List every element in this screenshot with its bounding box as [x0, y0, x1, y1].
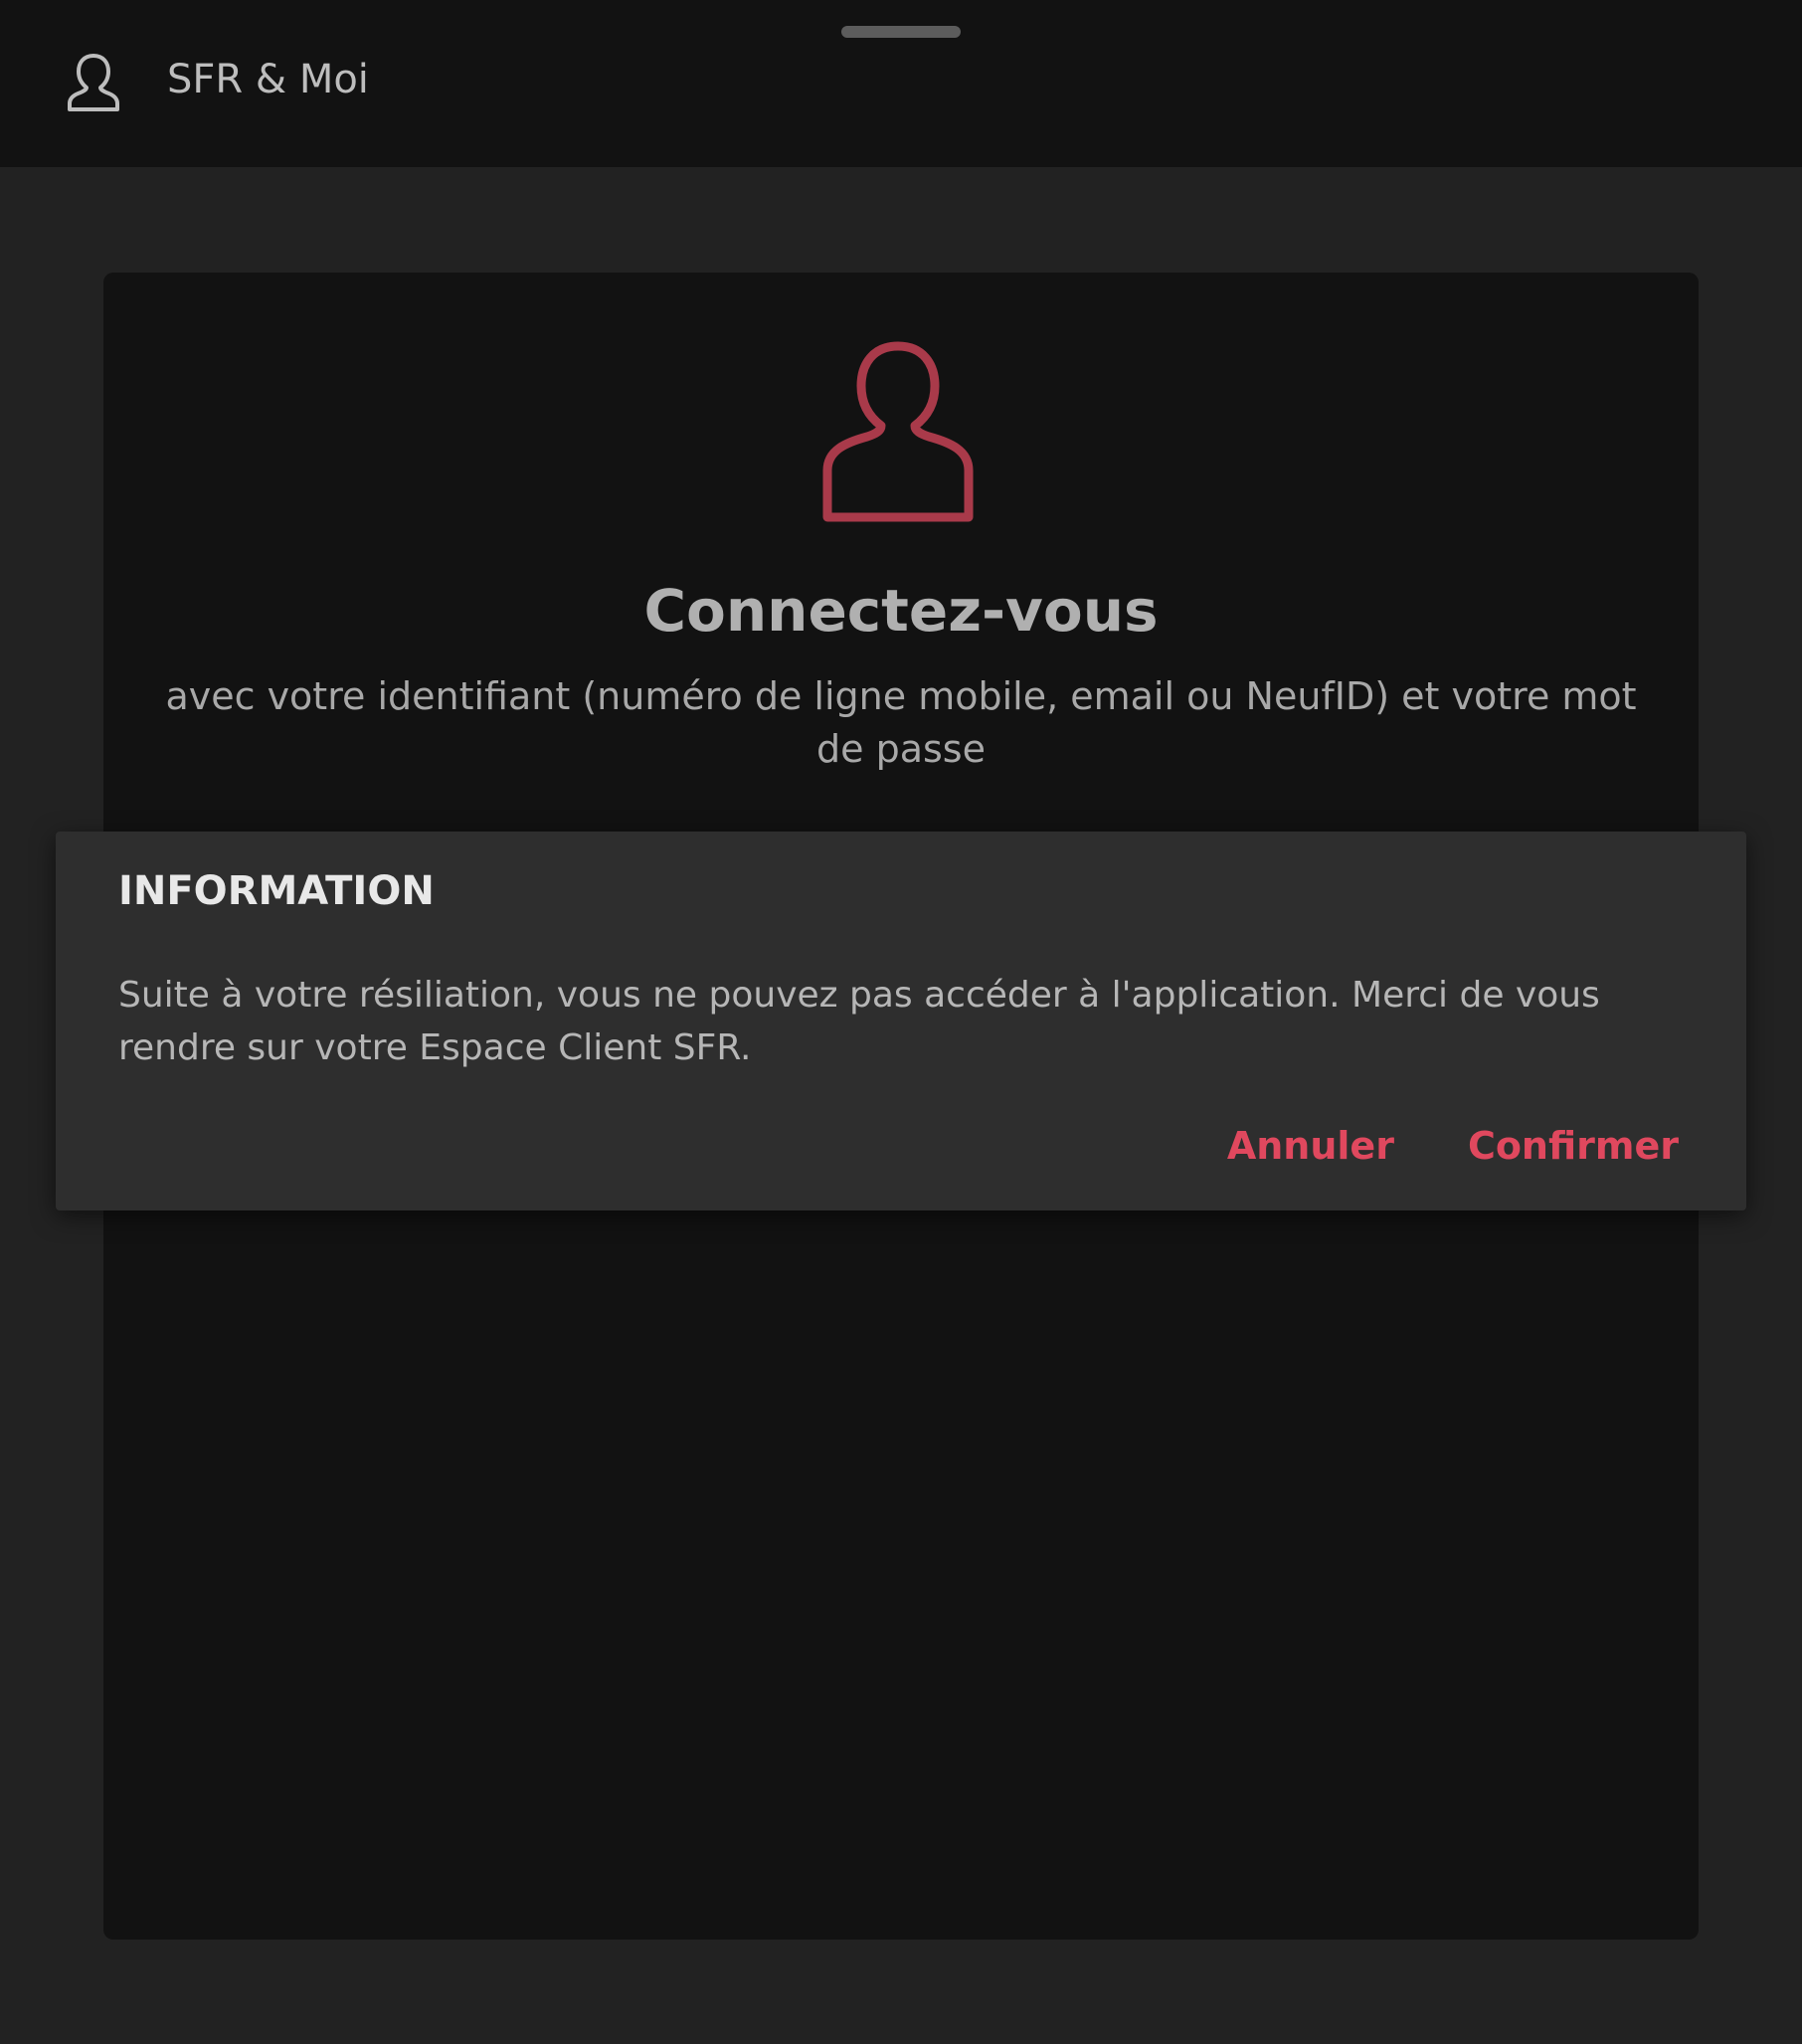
dialog-message: Suite à votre résiliation, vous ne pouve… — [118, 975, 1600, 1068]
dialog-title: INFORMATION — [118, 868, 435, 914]
login-title: Connectez-vous — [643, 577, 1159, 645]
information-dialog: INFORMATION Suite à votre résiliation, v… — [56, 832, 1746, 1210]
user-outline-icon — [822, 341, 974, 522]
cancel-button[interactable]: Annuler — [1227, 1114, 1394, 1178]
login-subtitle: avec votre identifiant (numéro de ligne … — [165, 674, 1637, 771]
user-outline-icon[interactable] — [66, 52, 121, 113]
drag-handle[interactable] — [841, 26, 961, 38]
confirm-button[interactable]: Confirmer — [1468, 1114, 1679, 1178]
dialog-actions: Annuler Confirmer — [1227, 1114, 1679, 1178]
app-screen: SFR & Moi Connectez-vous avec votre iden… — [0, 0, 1802, 2044]
top-bar: SFR & Moi — [0, 0, 1802, 167]
app-title: SFR & Moi — [167, 57, 369, 102]
